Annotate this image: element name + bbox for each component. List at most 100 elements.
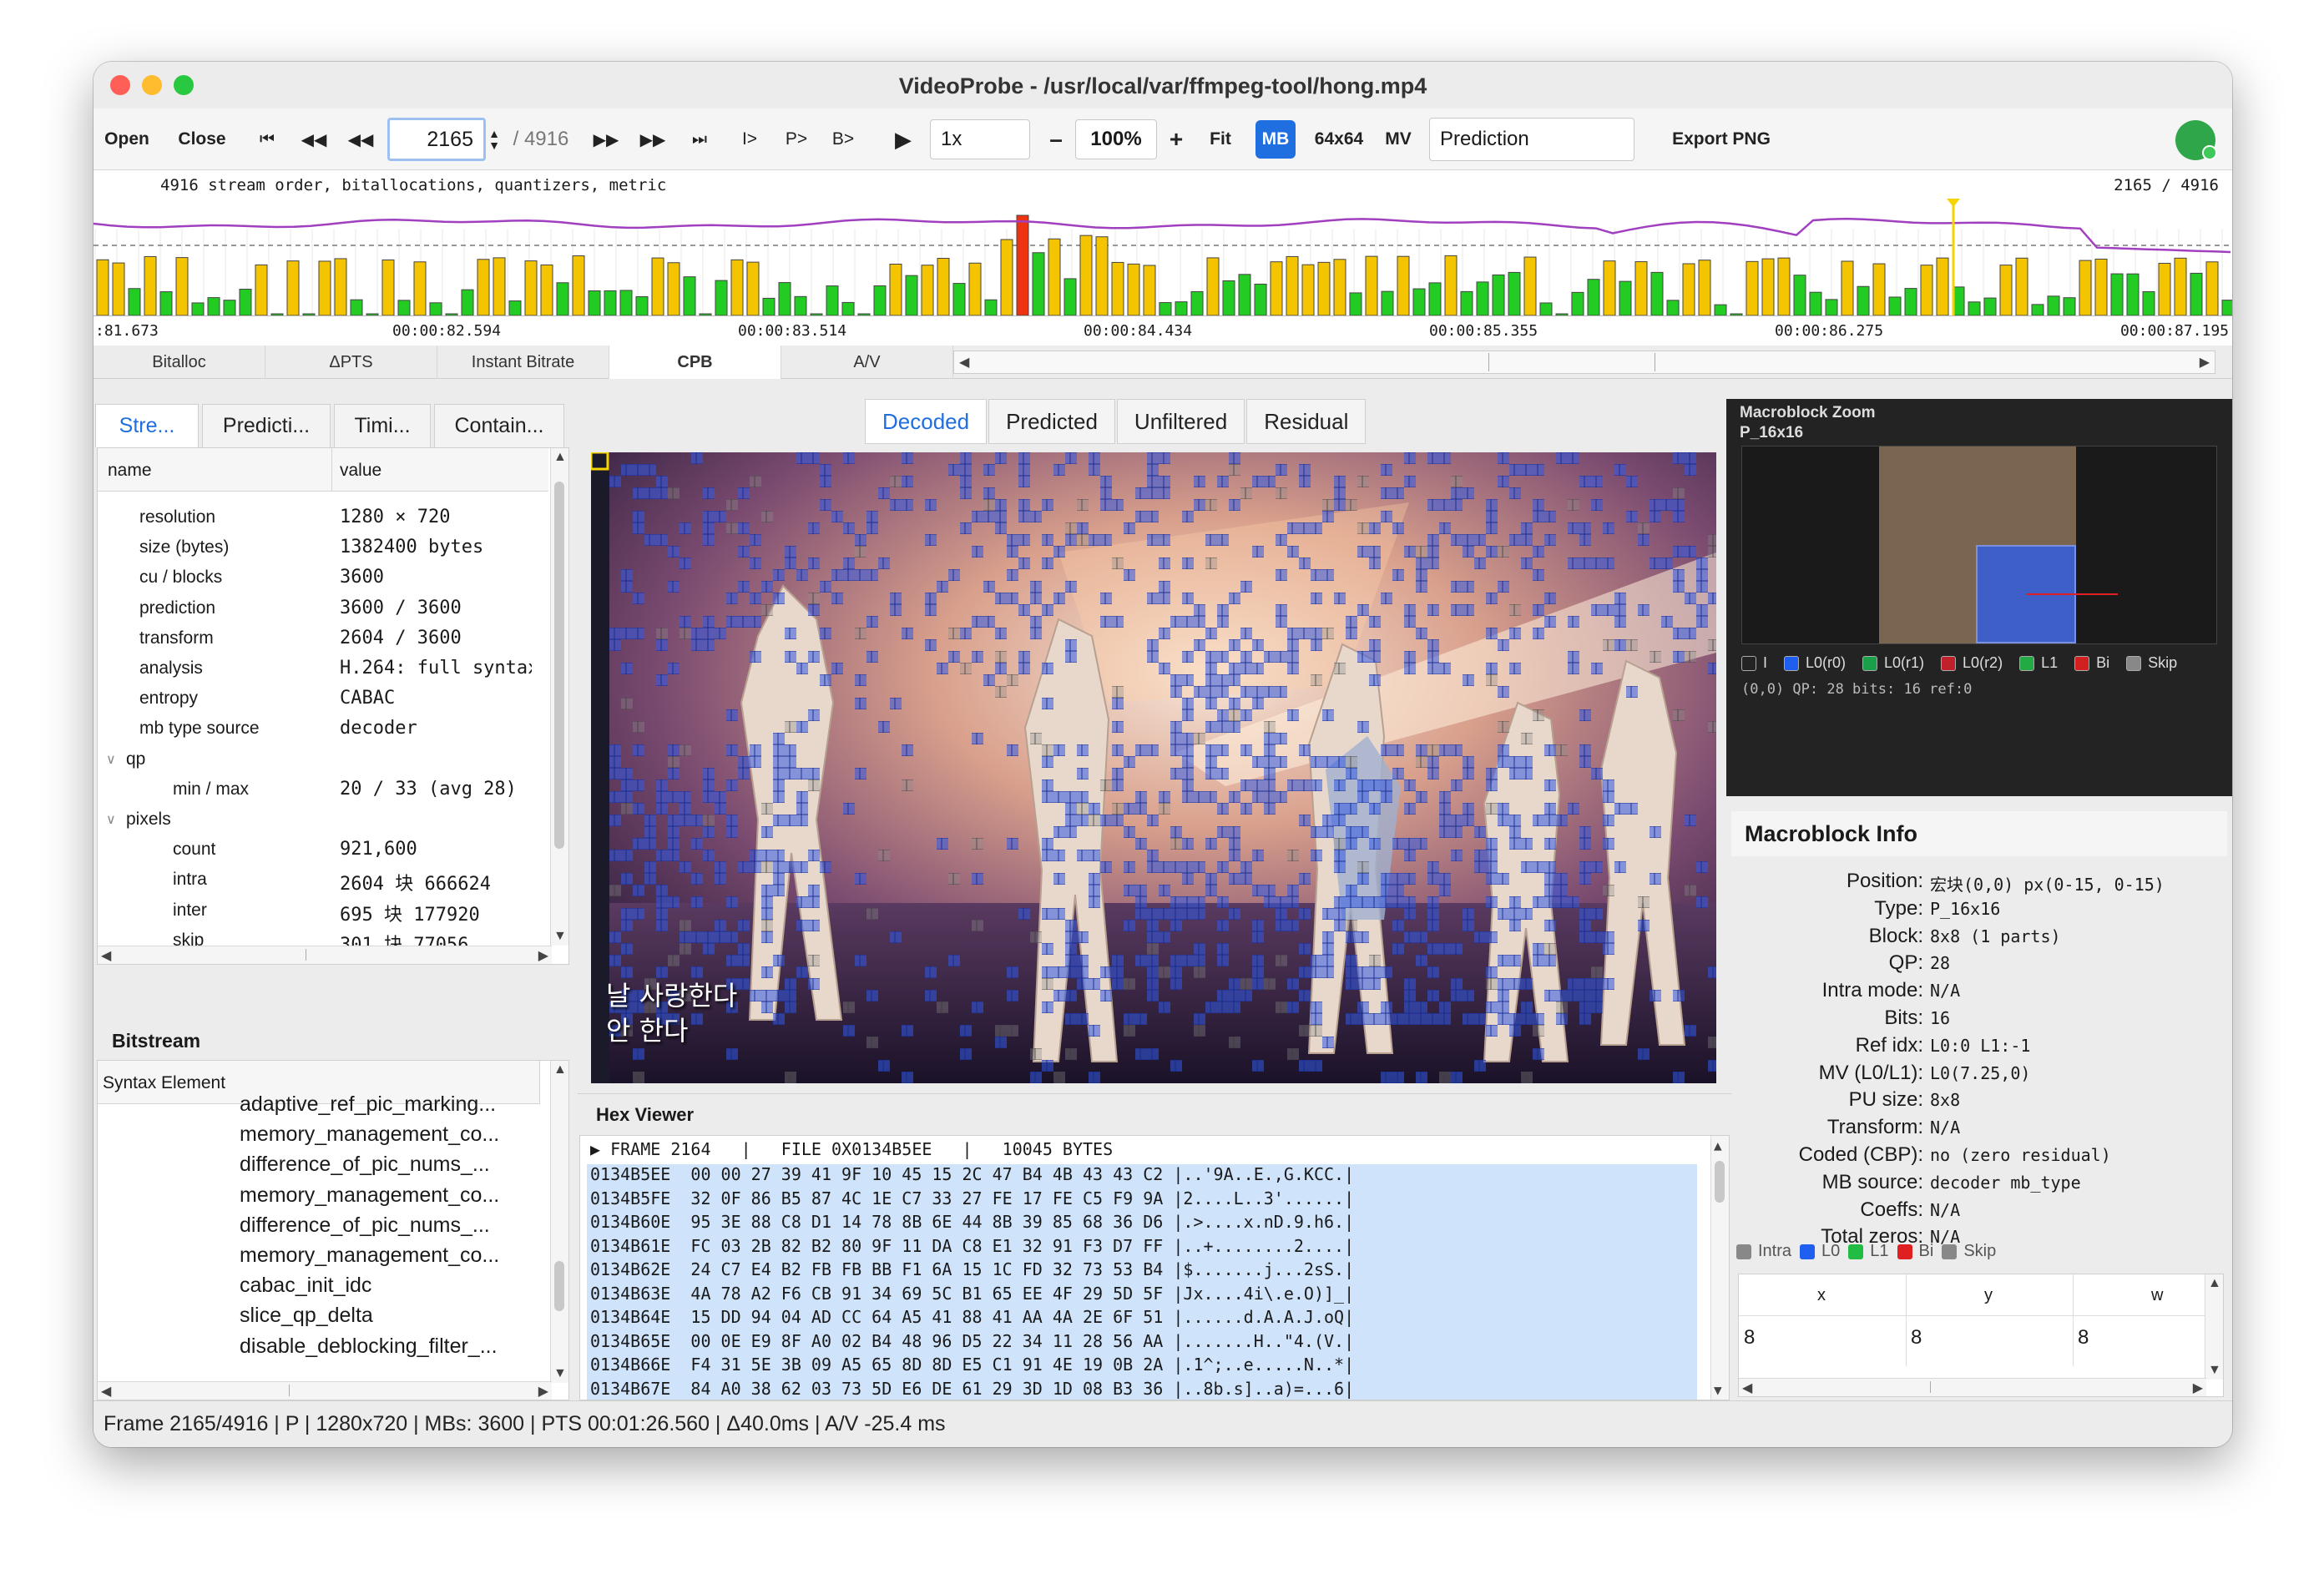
next-b-frame-button[interactable]: B> [826, 108, 860, 170]
next-p-frame-button[interactable]: P> [780, 108, 813, 170]
zoom-in-button[interactable]: + [1164, 108, 1189, 170]
scrollbar-thumb[interactable] [1715, 1161, 1725, 1203]
frame-number-input[interactable]: 2165 [387, 118, 486, 161]
list-item[interactable]: adaptive_ref_pic_marking... [240, 1092, 496, 1117]
bitrate-graph[interactable] [93, 199, 2232, 315]
zoom-out-button[interactable]: – [1043, 108, 1069, 170]
hex-row[interactable]: 0134B65E 00 0E E9 8F A0 02 B4 48 96 D5 2… [587, 1330, 1697, 1355]
scroll-left-icon[interactable]: ◀ [959, 354, 969, 371]
table-row[interactable]: count 921,600 [98, 834, 532, 864]
table-row[interactable]: size (bytes) 1382400 bytes [98, 532, 532, 562]
scrollbar-thumb[interactable] [554, 482, 564, 849]
scroll-down-icon[interactable]: ▼ [553, 1366, 567, 1381]
hex-row[interactable]: 0134B63E 4A 78 A2 F6 CB 91 34 69 5C B1 6… [587, 1283, 1697, 1308]
mv-toggle-button[interactable]: MV [1379, 108, 1417, 170]
tab-instant-bitrate[interactable]: Instant Bitrate [437, 346, 609, 379]
timeline-scrollbar[interactable]: ◀ ▶ [953, 351, 2215, 374]
frame-stepper-icon[interactable]: ▲ ▼ [486, 108, 503, 170]
rewind-fast-icon[interactable]: ◀◀ [297, 108, 331, 170]
properties-hscrollbar[interactable]: ◀ ▶ [98, 946, 552, 964]
scroll-down-icon[interactable]: ▼ [553, 929, 567, 944]
scrollbar-thumb[interactable] [123, 1385, 290, 1396]
fit-button[interactable]: Fit [1204, 108, 1237, 170]
table-row[interactable]: transform 2604 / 3600 [98, 623, 532, 653]
name-column-header[interactable]: name [108, 461, 152, 481]
table-row[interactable]: min / max 20 / 33 (avg 28) [98, 774, 532, 804]
list-item[interactable]: disable_deblocking_filter_... [240, 1334, 498, 1359]
mv-table[interactable]: x y w 8 8 8 ▲ ▼ ◀ ▶ [1738, 1274, 2224, 1397]
table-row[interactable]: entropy CABAC [98, 683, 532, 713]
mbzoom-canvas[interactable] [1741, 446, 2217, 644]
mv-table-hscrollbar[interactable]: ◀ ▶ [1739, 1378, 2206, 1396]
scroll-left-icon[interactable]: ◀ [101, 947, 111, 964]
last-frame-icon[interactable]: ⏭ [683, 108, 716, 170]
syntax-vscrollbar[interactable]: ▲ ▼ [550, 1061, 568, 1383]
table-row[interactable]: resolution 1280 × 720 [98, 502, 532, 532]
tab-bitalloc[interactable]: Bitalloc [93, 346, 265, 379]
scroll-right-icon[interactable]: ▶ [538, 947, 548, 964]
block-size-select[interactable]: 64x64 [1306, 108, 1372, 170]
tab-av[interactable]: A/V [781, 346, 953, 379]
scroll-right-icon[interactable]: ▶ [2193, 1380, 2203, 1396]
scroll-up-icon[interactable]: ▲ [2208, 1276, 2221, 1291]
tab-unfiltered[interactable]: Unfiltered [1116, 399, 1245, 444]
tab-container[interactable]: Contain... [434, 404, 564, 447]
avatar[interactable] [2175, 120, 2217, 160]
list-item[interactable]: memory_management_co... [240, 1183, 499, 1208]
x-column-header[interactable]: x [1817, 1286, 1826, 1305]
table-row[interactable]: prediction 3600 / 3600 [98, 593, 532, 623]
zoom-level-field[interactable]: 100% [1075, 119, 1157, 159]
hex-viewer[interactable]: ▶ FRAME 2164 | FILE 0X0134B5EE | 10045 B… [579, 1135, 1730, 1400]
hex-vscrollbar[interactable]: ▲ ▼ [1710, 1136, 1729, 1400]
value-column-header[interactable]: value [340, 461, 381, 481]
table-row[interactable]: intra 2604 块 666624 [98, 864, 532, 895]
scroll-up-icon[interactable]: ▲ [553, 450, 567, 465]
hex-row[interactable]: 0134B64E 15 DD 94 04 AD CC 64 A5 41 88 4… [587, 1307, 1697, 1331]
hex-row[interactable]: 0134B5EE 00 00 27 39 41 9F 10 45 15 2C 4… [587, 1164, 1697, 1188]
first-frame-icon[interactable]: ⏮ [250, 108, 284, 170]
hex-row[interactable]: 0134B60E 95 3E 88 C8 D1 14 78 8B 6E 44 8… [587, 1212, 1697, 1236]
table-row[interactable]: ∨ qp [98, 744, 532, 774]
tab-decoded[interactable]: Decoded [865, 399, 988, 444]
hex-row[interactable]: 0134B66E F4 31 5E 3B 09 A5 65 8D 8D E5 C… [587, 1355, 1697, 1379]
scroll-left-icon[interactable]: ◀ [101, 1383, 111, 1400]
properties-vscrollbar[interactable]: ▲ ▼ [550, 448, 568, 946]
scroll-down-icon[interactable]: ▼ [1714, 1382, 1722, 1398]
scrollbar-thumb[interactable] [554, 1261, 564, 1311]
table-row[interactable]: cu / blocks 3600 [98, 562, 532, 592]
hex-row[interactable]: 0134B62E 24 C7 E4 B2 FB FB BB F1 6A 15 1… [587, 1259, 1697, 1284]
syntax-hscrollbar[interactable]: ◀ ▶ [98, 1381, 552, 1400]
table-row[interactable]: inter 695 块 177920 [98, 895, 532, 926]
scrollbar-thumb[interactable] [1488, 353, 1655, 371]
fast-forward-icon[interactable]: ▶▶ [636, 108, 669, 170]
hex-row[interactable]: 0134B67E 84 A0 38 62 03 73 5D E6 DE 61 2… [587, 1378, 1697, 1400]
scroll-right-icon[interactable]: ▶ [2200, 354, 2210, 371]
play-icon[interactable]: ▶ [887, 108, 920, 170]
tab-predicted[interactable]: Predicted [988, 399, 1115, 444]
mv-table-vscrollbar[interactable]: ▲ ▼ [2205, 1274, 2223, 1380]
scroll-down-icon[interactable]: ▼ [2208, 1363, 2221, 1378]
tab-stream[interactable]: Stre... [95, 404, 199, 447]
list-item[interactable]: difference_of_pic_nums_... [240, 1153, 490, 1177]
export-png-button[interactable]: Export PNG [1663, 108, 1780, 170]
speed-select[interactable]: 1x [930, 119, 1030, 159]
scroll-up-icon[interactable]: ▲ [553, 1062, 567, 1077]
table-row[interactable]: ∨ pixels [98, 804, 532, 834]
tab-delta-pts[interactable]: ΔPTS [265, 346, 437, 379]
close-file-button[interactable]: Close [175, 108, 229, 170]
tab-residual[interactable]: Residual [1246, 399, 1367, 444]
expand-chevron-icon[interactable]: ∨ [106, 751, 116, 768]
scroll-up-icon[interactable]: ▲ [1714, 1138, 1722, 1153]
scrollbar-thumb[interactable] [1764, 1381, 1931, 1393]
w-column-header[interactable]: w [2151, 1286, 2163, 1305]
hex-row[interactable]: 0134B5FE 32 0F 86 B5 87 4C 1E C7 33 27 F… [587, 1188, 1697, 1213]
scroll-right-icon[interactable]: ▶ [538, 1383, 548, 1400]
hex-row[interactable]: 0134B61E FC 03 2B 82 B2 80 9F 11 DA C8 E… [587, 1235, 1697, 1260]
table-row[interactable]: analysis H.264: full syntax [98, 653, 532, 683]
next-i-frame-button[interactable]: I> [733, 108, 766, 170]
list-item[interactable]: memory_management_co... [240, 1123, 499, 1147]
list-item[interactable]: difference_of_pic_nums_... [240, 1213, 490, 1238]
list-item[interactable]: slice_qp_delta [240, 1304, 373, 1328]
table-row[interactable]: mb type source decoder [98, 713, 532, 743]
y-column-header[interactable]: y [1984, 1286, 1993, 1305]
